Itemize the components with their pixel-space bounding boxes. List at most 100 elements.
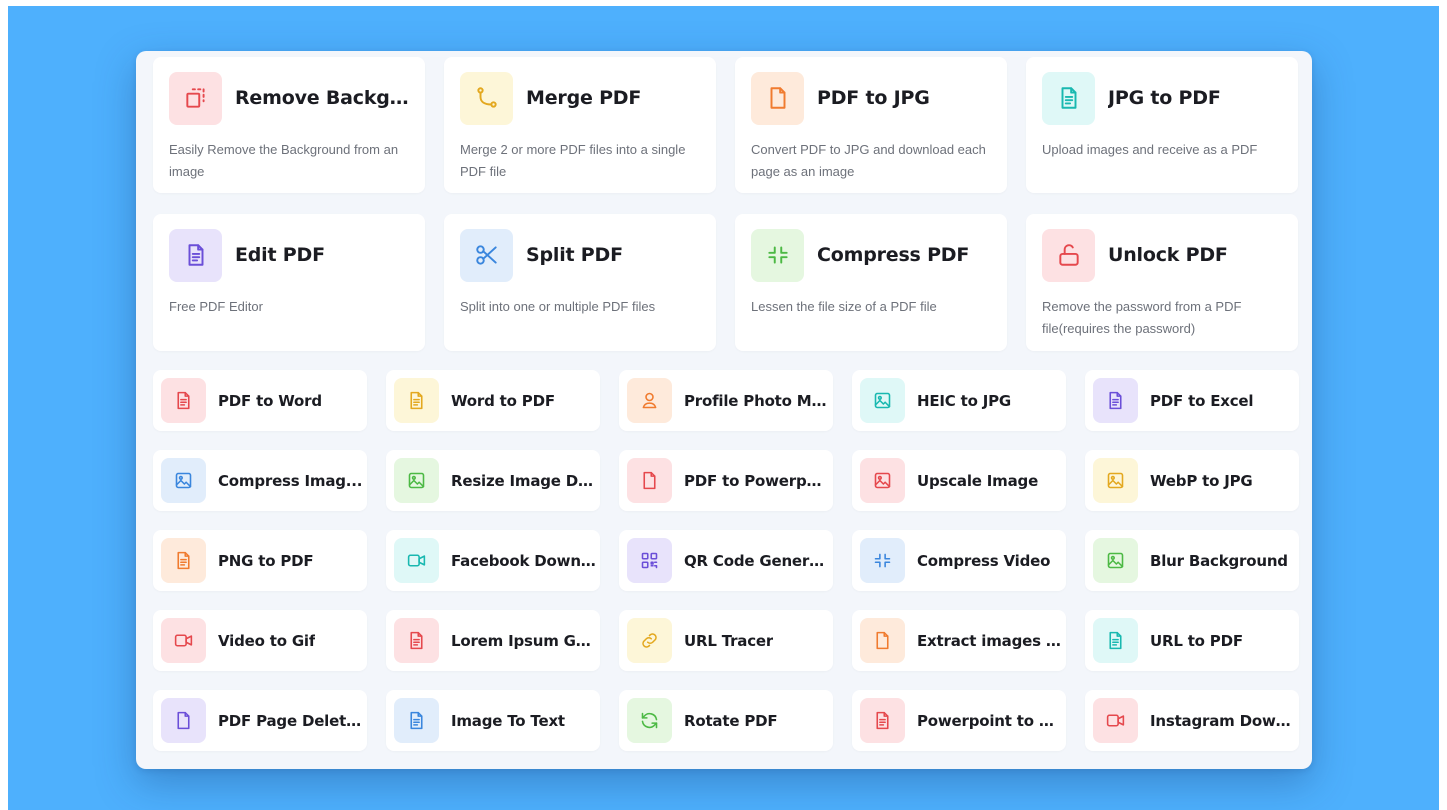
compress-icon <box>751 228 804 282</box>
featured-tool-description: Easily Remove the Background from an ima… <box>169 142 399 179</box>
remove-background-icon <box>169 71 222 125</box>
image-icon <box>1093 538 1138 583</box>
tool-card[interactable]: Blur Background <box>1085 530 1299 591</box>
featured-tool-title: Unlock PDF <box>1108 244 1228 266</box>
featured-tool-card[interactable]: Remove Backgr... Easily Remove the Backg… <box>153 57 425 193</box>
featured-tool-title: Edit PDF <box>235 244 325 266</box>
featured-tool-title: JPG to PDF <box>1108 87 1221 109</box>
tool-card[interactable]: PDF to Word <box>153 370 367 431</box>
video-icon <box>161 618 206 663</box>
document-icon <box>1093 618 1138 663</box>
rotate-icon <box>627 698 672 743</box>
image-icon <box>161 458 206 503</box>
tool-card[interactable]: PDF Page Deleter <box>153 690 367 751</box>
tool-label: PDF to Word <box>218 391 322 410</box>
tool-label: HEIC to JPG <box>917 391 1011 410</box>
featured-tool-card[interactable]: JPG to PDF Upload images and receive as … <box>1026 57 1298 193</box>
merge-icon <box>460 71 513 125</box>
tool-label: Instagram Down... <box>1150 711 1295 730</box>
document-icon <box>394 698 439 743</box>
tool-card[interactable]: Word to PDF <box>386 370 600 431</box>
tool-label: Blur Background <box>1150 551 1288 570</box>
tool-card[interactable]: PDF to Powerpoint <box>619 450 833 511</box>
featured-tool-header: Remove Backgr... <box>169 71 409 125</box>
featured-tool-card[interactable]: Unlock PDF Remove the password from a PD… <box>1026 214 1298 351</box>
image-icon <box>860 378 905 423</box>
tool-card[interactable]: Compress Video <box>852 530 1066 591</box>
tool-label: Upscale Image <box>917 471 1039 490</box>
document-icon <box>169 228 222 282</box>
image-icon <box>860 458 905 503</box>
featured-tool-header: Split PDF <box>460 228 700 282</box>
tool-card[interactable]: Instagram Down... <box>1085 690 1299 751</box>
featured-tool-title: PDF to JPG <box>817 87 930 109</box>
document-icon <box>1042 71 1095 125</box>
tool-label: URL Tracer <box>684 631 774 650</box>
link-icon <box>627 618 672 663</box>
tool-card[interactable]: PNG to PDF <box>153 530 367 591</box>
tool-label: PDF Page Deleter <box>218 711 363 730</box>
tool-card[interactable]: WebP to JPG <box>1085 450 1299 511</box>
tool-label: Extract images P... <box>917 631 1062 650</box>
image-icon <box>1093 458 1138 503</box>
tool-card[interactable]: Video to Gif <box>153 610 367 671</box>
featured-tool-header: PDF to JPG <box>751 71 991 125</box>
tool-label: Video to Gif <box>218 631 316 650</box>
tool-card[interactable]: QR Code Genera... <box>619 530 833 591</box>
featured-tool-card[interactable]: Compress PDF Lessen the file size of a P… <box>735 214 1007 351</box>
featured-tool-description: Upload images and receive as a PDF <box>1042 142 1258 157</box>
tool-card[interactable]: Profile Photo Ma... <box>619 370 833 431</box>
tool-card[interactable]: Upscale Image <box>852 450 1066 511</box>
document-icon <box>1093 378 1138 423</box>
tool-label: URL to PDF <box>1150 631 1243 650</box>
file-icon <box>161 698 206 743</box>
tool-label: Image To Text <box>451 711 565 730</box>
tool-card[interactable]: Rotate PDF <box>619 690 833 751</box>
featured-tool-card[interactable]: Merge PDF Merge 2 or more PDF files into… <box>444 57 716 193</box>
featured-tool-title: Split PDF <box>526 244 623 266</box>
featured-tool-description: Remove the password from a PDF file(requ… <box>1042 299 1242 336</box>
featured-tool-card[interactable]: Edit PDF Free PDF Editor <box>153 214 425 351</box>
tool-label: Compress Imag... <box>218 471 363 490</box>
featured-tool-header: Merge PDF <box>460 71 700 125</box>
tool-card[interactable]: URL to PDF <box>1085 610 1299 671</box>
tool-label: Resize Image Di... <box>451 471 596 490</box>
document-icon <box>161 538 206 583</box>
compress-icon <box>860 538 905 583</box>
tool-label: Compress Video <box>917 551 1051 570</box>
featured-tool-header: JPG to PDF <box>1042 71 1282 125</box>
tool-card[interactable]: Facebook Downl... <box>386 530 600 591</box>
tool-card[interactable]: URL Tracer <box>619 610 833 671</box>
scissors-icon <box>460 228 513 282</box>
tool-label: PDF to Excel <box>1150 391 1254 410</box>
featured-tool-description: Merge 2 or more PDF files into a single … <box>460 142 686 179</box>
featured-tool-card[interactable]: Split PDF Split into one or multiple PDF… <box>444 214 716 351</box>
tool-label: Profile Photo Ma... <box>684 391 829 410</box>
featured-tool-title: Compress PDF <box>817 244 970 266</box>
document-icon <box>394 378 439 423</box>
tools-grid: PDF to Word Word to PDF Profile Photo Ma… <box>153 370 1299 751</box>
tool-card[interactable]: Lorem Ipsum Ge... <box>386 610 600 671</box>
tool-card[interactable]: HEIC to JPG <box>852 370 1066 431</box>
tool-card[interactable]: Extract images P... <box>852 610 1066 671</box>
featured-tool-card[interactable]: PDF to JPG Convert PDF to JPG and downlo… <box>735 57 1007 193</box>
tool-label: PDF to Powerpoint <box>684 471 829 490</box>
tool-card[interactable]: Image To Text <box>386 690 600 751</box>
document-icon <box>394 618 439 663</box>
video-icon <box>1093 698 1138 743</box>
file-icon <box>627 458 672 503</box>
image-icon <box>394 458 439 503</box>
tool-label: PNG to PDF <box>218 551 314 570</box>
tool-card[interactable]: Powerpoint to PDF <box>852 690 1066 751</box>
tool-card[interactable]: Compress Imag... <box>153 450 367 511</box>
tool-card[interactable]: PDF to Excel <box>1085 370 1299 431</box>
document-icon <box>860 698 905 743</box>
featured-tool-header: Compress PDF <box>751 228 991 282</box>
featured-tool-title: Merge PDF <box>526 87 642 109</box>
tool-label: Rotate PDF <box>684 711 778 730</box>
tool-label: Lorem Ipsum Ge... <box>451 631 596 650</box>
qr-code-icon <box>627 538 672 583</box>
featured-tool-description: Convert PDF to JPG and download each pag… <box>751 142 986 179</box>
tool-card[interactable]: Resize Image Di... <box>386 450 600 511</box>
featured-tools-grid: Remove Backgr... Easily Remove the Backg… <box>153 57 1298 351</box>
